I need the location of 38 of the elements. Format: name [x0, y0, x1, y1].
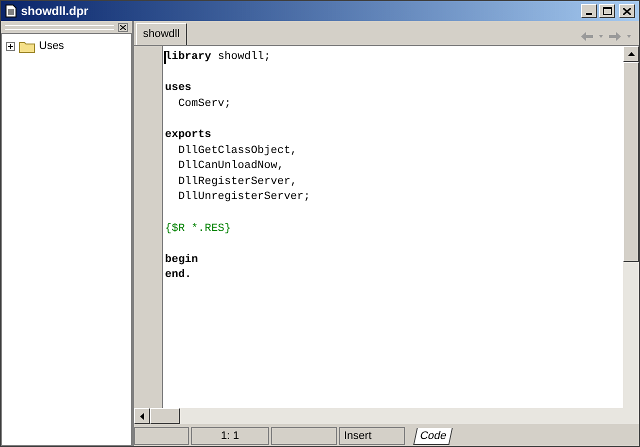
code-editor[interactable]: library showdll; uses ComServ; exports DllGetClassObject, DllCanUnloadNow, DllRegisterServer, DllUnregisterServer; {$R *.RES} begin end.: [163, 46, 623, 408]
code-line: exports: [165, 128, 212, 143]
scroll-left-button[interactable]: [134, 408, 150, 424]
document-icon: [5, 4, 17, 18]
folder-icon: [19, 40, 35, 53]
code-tab[interactable]: Code: [413, 428, 454, 444]
code-line: uses: [165, 81, 192, 96]
code-line: DllCanUnloadNow,: [177, 159, 285, 174]
scroll-left-icon: [140, 412, 144, 420]
maximize-button[interactable]: [599, 4, 615, 18]
code-line: end.: [165, 268, 192, 284]
scroll-up-button[interactable]: [623, 46, 639, 62]
minimize-button[interactable]: [581, 4, 597, 18]
code-line: DllUnregisterServer;: [177, 190, 312, 206]
code-line: library showdll;: [165, 50, 272, 65]
maximize-icon: [602, 7, 612, 15]
code-line: DllRegisterServer,: [177, 174, 298, 190]
minimize-icon: [586, 13, 592, 15]
scroll-thumb[interactable]: [150, 408, 180, 424]
close-icon: [623, 8, 631, 14]
code-line: {$R *.RES}: [165, 222, 232, 237]
expand-icon[interactable]: [6, 42, 15, 51]
scroll-up-icon: [628, 52, 634, 56]
window-title: showdll.dpr: [21, 3, 88, 20]
cursor-position: 1: 1: [191, 427, 269, 445]
editor-tab[interactable]: showdll: [136, 23, 187, 45]
scroll-thumb[interactable]: [623, 62, 639, 262]
vertical-scrollbar[interactable]: [623, 46, 639, 408]
code-line: DllGetClassObject,: [177, 144, 298, 159]
close-button[interactable]: [118, 22, 128, 32]
horizontal-scrollbar[interactable]: [134, 408, 639, 424]
status-panel: [271, 427, 337, 445]
code-line: ComServ;: [177, 96, 232, 112]
code-line: begin: [165, 252, 200, 268]
tree-item[interactable]: Uses: [39, 38, 64, 54]
close-icon: [120, 24, 126, 30]
text-cursor: [164, 51, 166, 64]
insert-mode: Insert: [339, 427, 405, 445]
